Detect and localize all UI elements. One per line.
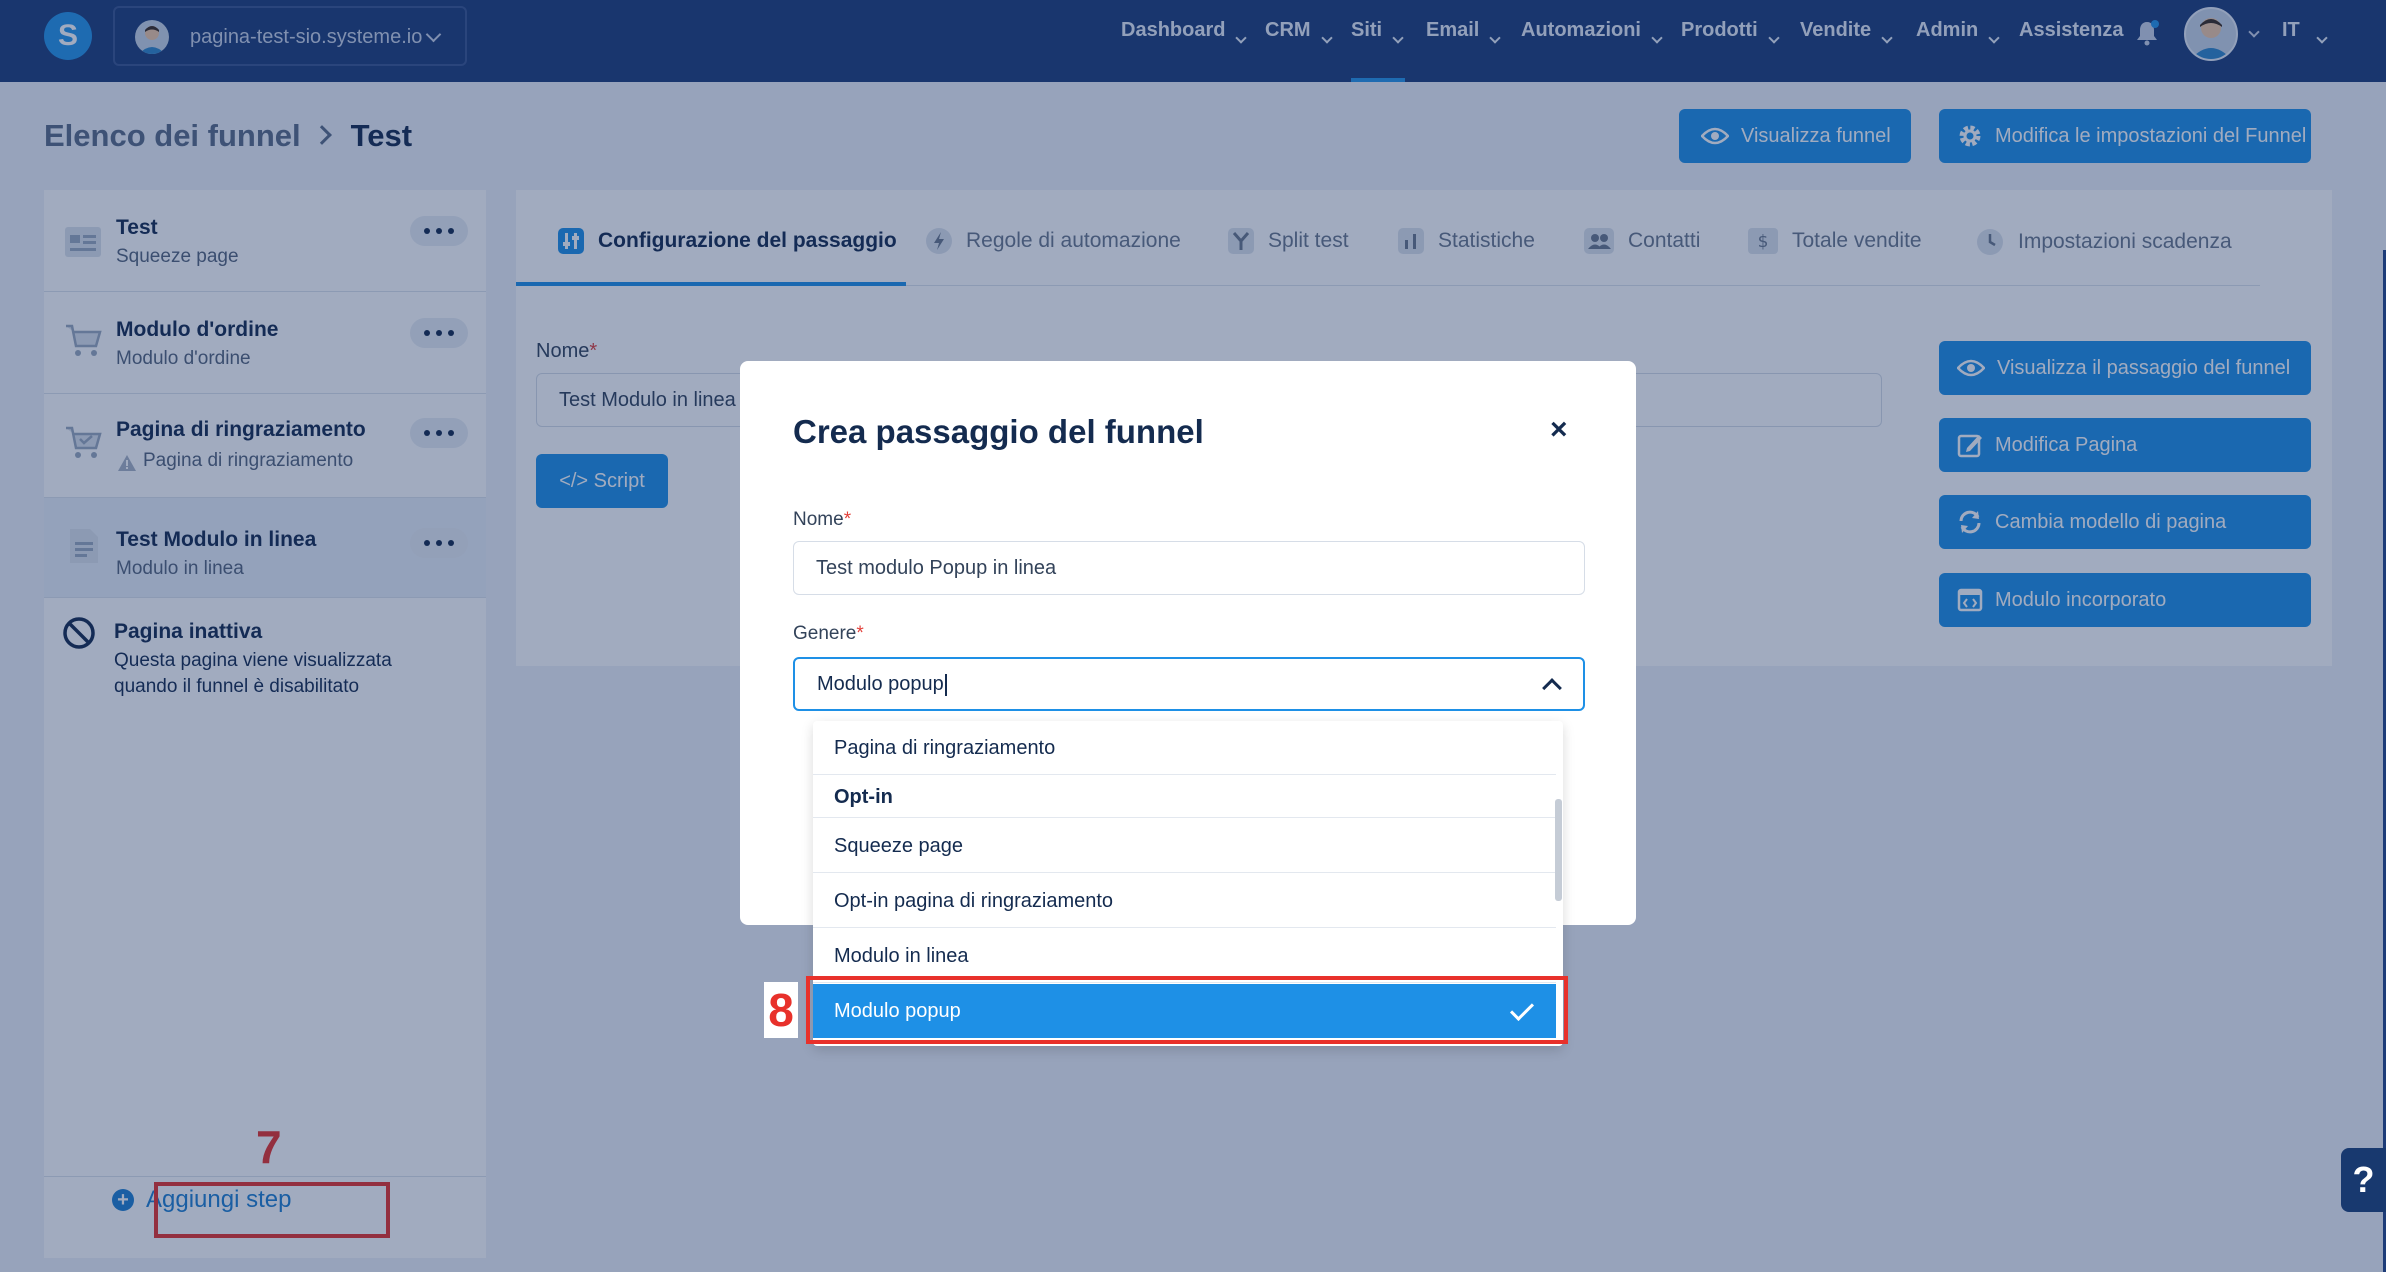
modal-title: Crea passaggio del funnel: [793, 413, 1204, 450]
text-cursor: [944, 673, 947, 696]
modal-genre-label: Genere*: [793, 623, 864, 644]
annotation-number-8: 8: [764, 982, 798, 1038]
modal-name-input[interactable]: Test modulo Popup in linea: [793, 541, 1585, 595]
dropdown-scrollbar[interactable]: [1555, 799, 1562, 901]
genre-select[interactable]: Modulo popup: [793, 657, 1585, 711]
dropdown-option[interactable]: Opt-in pagina di ringraziamento: [813, 874, 1556, 928]
close-icon[interactable]: ×: [1550, 413, 1568, 447]
dropdown-option[interactable]: Squeeze page: [813, 819, 1556, 873]
help-button[interactable]: ?: [2341, 1148, 2386, 1212]
modal-name-label: Nome*: [793, 509, 852, 530]
dropdown-group-header: Opt-in: [813, 776, 1556, 818]
annotation-highlight-modulo-popup: [806, 976, 1568, 1044]
dropdown-option[interactable]: Pagina di ringraziamento: [813, 721, 1556, 775]
dropdown-option[interactable]: Modulo in linea: [813, 929, 1556, 983]
chevron-up-icon[interactable]: [1542, 678, 1562, 698]
